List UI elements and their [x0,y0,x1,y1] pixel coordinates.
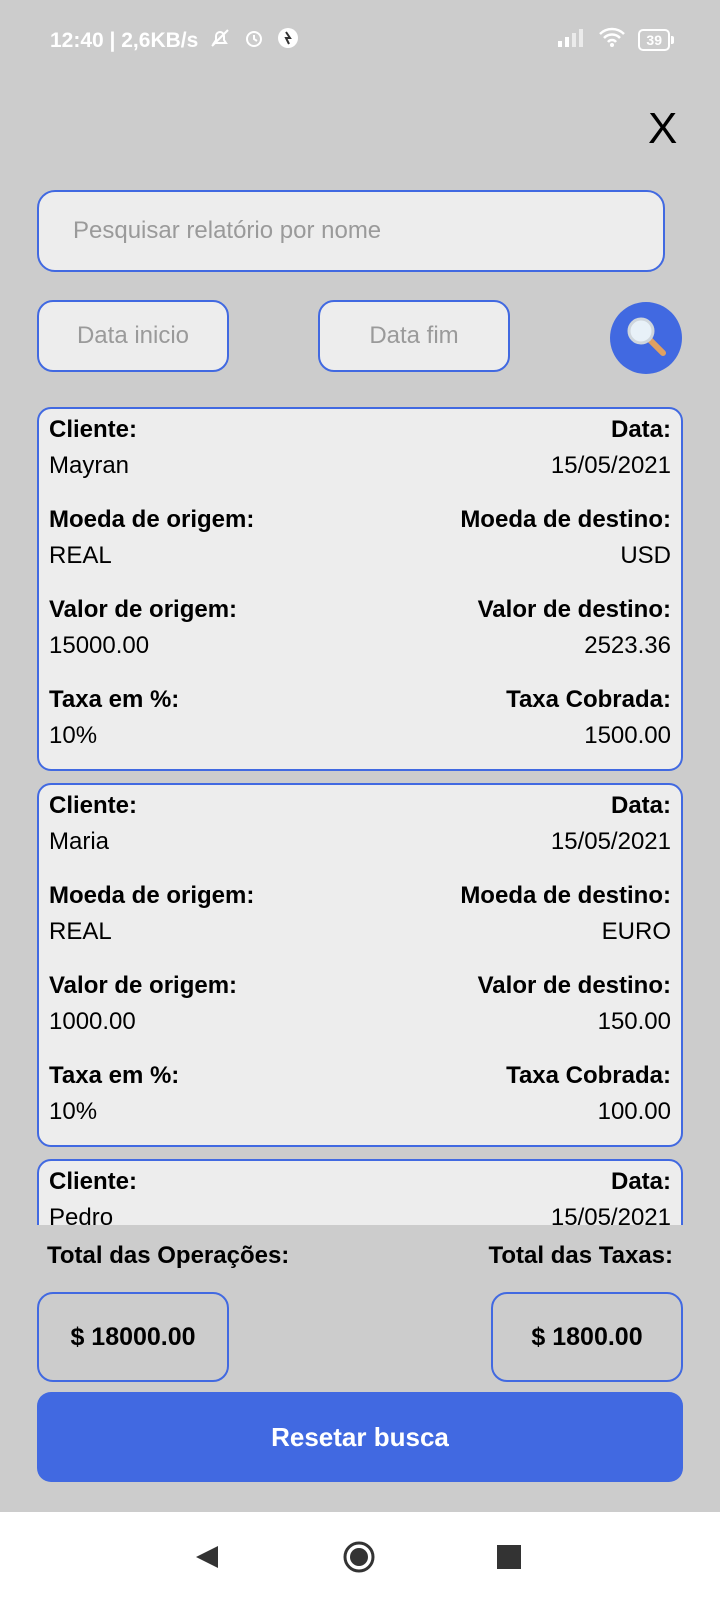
dest-currency-label: Moeda de destino: [460,882,671,909]
navigation-bar [0,1512,720,1600]
client-value: Maria [49,828,110,855]
date-label: Data: [610,792,671,819]
date-label: Data: [610,416,671,443]
total-operations-label: Total das Operações: [47,1242,290,1269]
notifications-muted-icon [208,26,232,56]
fee-charged-label: Taxa Cobrada: [506,686,671,713]
signal-icon [558,27,586,52]
dest-currency-label: Moeda de destino: [460,506,671,533]
client-value: Mayran [49,452,130,479]
dest-value-label: Valor de destino: [477,972,671,999]
dest-currency-value: USD [620,542,671,569]
client-value: Pedro [49,1204,114,1225]
origin-currency-value: REAL [49,542,112,569]
date-value: 15/05/2021 [550,828,671,855]
end-date-field[interactable]: Data fim [318,300,510,372]
fee-percent-label: Taxa em %: [49,1062,180,1089]
app-notification-icon [276,26,300,56]
search-input[interactable]: Pesquisar relatório por nome [37,190,665,272]
wifi-icon [598,26,626,53]
date-value: 15/05/2021 [550,452,671,479]
origin-currency-value: REAL [49,918,112,945]
status-time-speed: 12:40 | 2,6KB/s [50,29,199,52]
report-list[interactable]: Cliente: Data: Mayran 15/05/2021 Moeda de … [37,407,683,1225]
origin-value: 1000.00 [49,1008,136,1035]
total-fees-label: Total das Taxas: [488,1242,674,1269]
client-label: Cliente: [49,1168,138,1195]
fee-charged-value: 100.00 [597,1098,671,1125]
dest-value: 150.00 [597,1008,671,1035]
origin-value-label: Valor de origem: [49,972,238,999]
date-value: 15/05/2021 [550,1204,671,1225]
origin-currency-label: Moeda de origem: [49,506,255,533]
fee-charged-label: Taxa Cobrada: [506,1062,671,1089]
magnifier-icon [623,313,669,364]
fee-percent-label: Taxa em %: [49,686,180,713]
dest-currency-value: EURO [601,918,671,945]
origin-value: 15000.00 [49,632,150,659]
status-bar: 12:40 | 2,6KB/s 39 [0,0,720,80]
home-icon[interactable] [342,1540,376,1579]
search-button[interactable] [610,302,682,374]
origin-value-label: Valor de origem: [49,596,238,623]
fee-charged-value: 1500.00 [584,722,671,749]
recents-icon[interactable] [497,1545,521,1574]
total-operations-value: $ 18000.00 [37,1292,229,1382]
fee-percent-value: 10% [49,722,98,749]
fee-percent-value: 10% [49,1098,98,1125]
report-card[interactable]: Cliente: Data: Pedro 15/05/2021 [37,1159,683,1225]
dest-value-label: Valor de destino: [477,596,671,623]
total-fees-value: $ 1800.00 [491,1292,683,1382]
report-card[interactable]: Cliente: Data: Maria 15/05/2021 Moeda de o… [37,783,683,1147]
alarm-icon [242,26,266,56]
origin-currency-label: Moeda de origem: [49,882,255,909]
report-card[interactable]: Cliente: Data: Mayran 15/05/2021 Moeda de … [37,407,683,771]
client-label: Cliente: [49,792,138,819]
battery-icon: 39 [638,28,674,51]
dest-value: 2523.36 [584,632,671,659]
start-date-field[interactable]: Data inicio [37,300,229,372]
reset-search-button[interactable]: Resetar busca [37,1392,683,1482]
client-label: Cliente: [49,416,138,443]
date-label: Data: [610,1168,671,1195]
close-button[interactable]: X [648,104,677,154]
back-icon[interactable] [194,1544,220,1575]
